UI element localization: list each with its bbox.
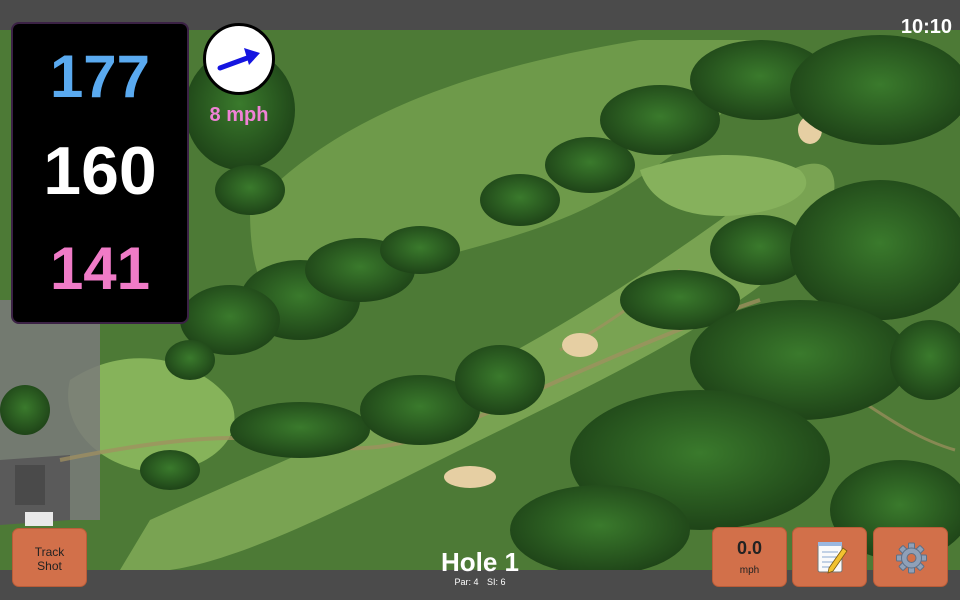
speed-value: 0.0 — [736, 538, 763, 558]
settings-button[interactable] — [873, 527, 948, 587]
app-screen: 10:10 177 160 141 8 mph Track Shot Hole … — [0, 0, 960, 600]
notes-button[interactable] — [792, 527, 867, 587]
track-shot-label-line1: Track — [34, 545, 65, 559]
middle-distance: 160 — [43, 133, 157, 209]
hole-info: Par: 4 SI: 6 — [380, 577, 580, 588]
gear-icon — [896, 542, 927, 574]
wind-arrow-icon — [217, 48, 260, 71]
notepad-icon — [817, 542, 848, 574]
back-distance: 177 — [49, 43, 151, 110]
track-shot-button[interactable]: Track Shot — [12, 528, 87, 587]
wind-indicator — [203, 23, 275, 95]
speed-unit: mph — [739, 565, 760, 576]
hole-par: Par: 4 — [454, 577, 479, 587]
front-distance: 141 — [49, 235, 151, 302]
clock: 10:10 — [900, 16, 952, 38]
wind-speed-label: 8 mph — [209, 104, 269, 126]
track-shot-label-line2: Shot — [37, 559, 62, 573]
speed-button[interactable]: 0.0 mph — [712, 527, 787, 587]
hole-stroke-index: SI: 6 — [487, 577, 506, 587]
hole-title: Hole 1 — [440, 547, 520, 577]
distance-panel: 177 160 141 — [11, 22, 189, 324]
